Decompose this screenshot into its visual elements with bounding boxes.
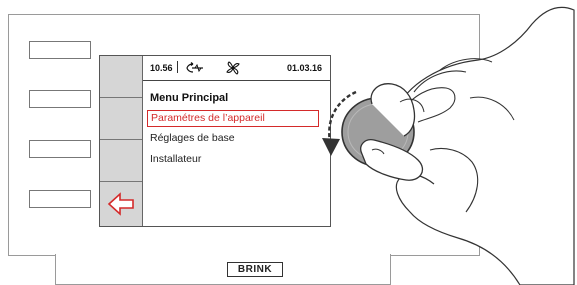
- hand-illustration: [322, 6, 575, 285]
- hand-outline: [395, 6, 575, 285]
